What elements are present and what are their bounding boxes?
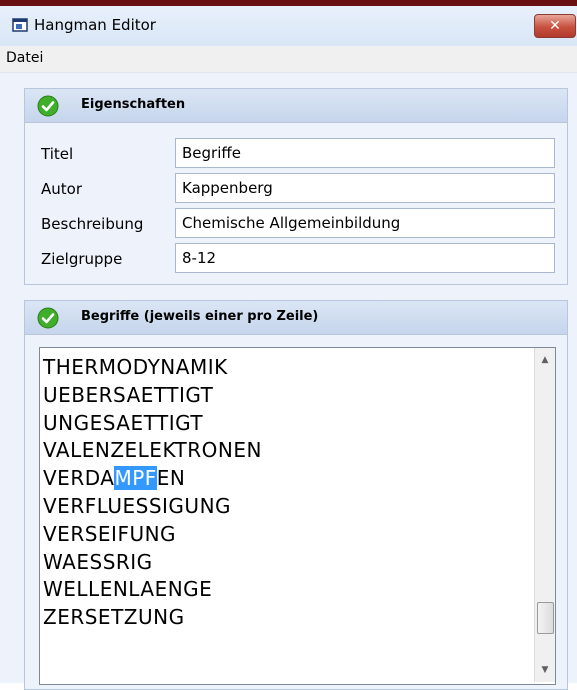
- term-line: WAESSRIG: [43, 549, 153, 574]
- scroll-up-arrow-icon[interactable]: ▲: [535, 350, 555, 370]
- beschreibung-field[interactable]: [175, 208, 555, 238]
- term-line: VALENZELEKTRONEN: [43, 438, 262, 463]
- title-bar[interactable]: Hangman Editor ✕: [0, 6, 577, 46]
- term-line: UNGESAETTIGT: [43, 410, 204, 435]
- selected-text: MPF: [114, 466, 157, 491]
- term-line: ZERSETZUNG: [43, 605, 185, 630]
- properties-panel: Eigenschaften Titel Autor Beschreibung Z…: [24, 88, 568, 285]
- term-line: THERMODYNAMIK: [43, 355, 228, 379]
- label-titel: Titel: [41, 145, 74, 163]
- term-text-before: VERDA: [43, 466, 115, 491]
- terms-panel: Begriffe (jeweils einer pro Zeile) THERM…: [24, 300, 568, 690]
- term-line: UEBERSAETTIGT: [43, 382, 214, 407]
- term-line: WELLENLAENGE: [43, 577, 213, 602]
- menu-item-datei[interactable]: Datei: [6, 50, 43, 66]
- scroll-thumb[interactable]: [537, 602, 554, 634]
- terms-title: Begriffe (jeweils einer pro Zeile): [81, 309, 319, 324]
- term-line: VERFLUESSIGUNG: [43, 493, 232, 518]
- zielgruppe-field[interactable]: [175, 243, 555, 273]
- vertical-scrollbar[interactable]: ▲ ▼: [534, 348, 555, 682]
- autor-field[interactable]: [175, 173, 555, 203]
- check-icon: [37, 95, 59, 117]
- label-zielgruppe: Zielgruppe: [41, 250, 123, 268]
- hangman-editor-window: Hangman Editor ✕ Datei Eigenschaften Tit…: [0, 6, 577, 690]
- terms-header: Begriffe (jeweils einer pro Zeile): [25, 301, 567, 335]
- term-line-selected: VERDAMPFEN: [43, 465, 262, 493]
- properties-title: Eigenschaften: [81, 97, 186, 112]
- term-line: VERSEIFUNG: [43, 521, 177, 546]
- app-icon: [12, 18, 28, 32]
- terms-textarea[interactable]: THERMODYNAMIK UEBERSAETTIGT UNGESAETTIGT…: [39, 347, 556, 685]
- titel-field[interactable]: [175, 138, 555, 168]
- properties-header: Eigenschaften: [25, 89, 567, 123]
- close-icon: ✕: [549, 18, 561, 34]
- menu-bar: Datei: [0, 46, 577, 73]
- check-icon: [37, 307, 59, 329]
- label-beschreibung: Beschreibung: [41, 215, 144, 233]
- label-autor: Autor: [41, 180, 82, 198]
- window-title: Hangman Editor: [34, 16, 156, 34]
- scroll-down-arrow-icon[interactable]: ▼: [535, 660, 555, 680]
- term-list: THERMODYNAMIK UEBERSAETTIGT UNGESAETTIGT…: [43, 354, 262, 632]
- close-button[interactable]: ✕: [534, 14, 576, 38]
- term-text-after: EN: [156, 466, 186, 491]
